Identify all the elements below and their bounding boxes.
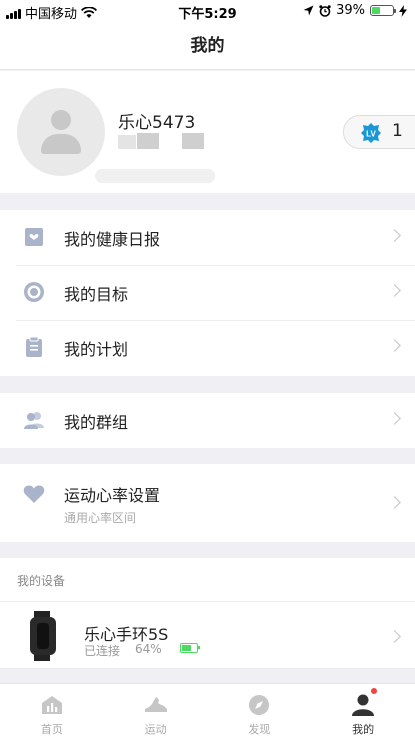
section-title-devices: 我的设备 xyxy=(17,574,66,588)
menu-group-social: 我的群组 xyxy=(0,393,415,448)
device-status: 已连接 xyxy=(84,644,121,658)
username: 乐心5473 xyxy=(118,113,196,133)
device-item[interactable]: 乐心手环5S 已连接 64% xyxy=(0,601,415,669)
menu-item-label: 我的群组 xyxy=(64,413,129,432)
chevron-right-icon xyxy=(388,339,401,352)
menu-group-heart: 运动心率设置 通用心率区间 xyxy=(0,464,415,542)
menu-item-label: 运动心率设置 xyxy=(64,486,161,505)
menu-item-label: 我的计划 xyxy=(64,340,129,359)
chevron-right-icon xyxy=(388,630,401,643)
tab-label: 首页 xyxy=(40,723,63,736)
device-battery-percent: 64% xyxy=(135,642,162,656)
avatar[interactable] xyxy=(17,88,105,176)
status-bar: 中国移动 下午5:29 39% xyxy=(0,0,415,22)
menu-group-health: 我的健康日报 我的目标 我的计划 xyxy=(0,210,415,376)
chevron-right-icon xyxy=(388,229,401,242)
heart-icon xyxy=(23,485,45,503)
tab-bar: 首页 运动 发现 我的 xyxy=(0,683,415,737)
profile-card[interactable]: 乐心5473 LV 1 xyxy=(0,71,415,193)
home-chart-icon xyxy=(41,696,62,714)
menu-item-label: 我的目标 xyxy=(64,285,129,304)
location-arrow-icon xyxy=(303,5,314,16)
level-number: 1 xyxy=(392,121,403,141)
chevron-right-icon xyxy=(388,412,401,425)
chevron-right-icon xyxy=(388,496,401,509)
tab-home[interactable]: 首页 xyxy=(0,684,104,737)
person-icon xyxy=(352,694,375,716)
tab-label: 发现 xyxy=(248,723,271,736)
svg-text:LV: LV xyxy=(366,130,376,139)
page-title: 我的 xyxy=(190,36,225,56)
menu-item-sublabel: 通用心率区间 xyxy=(64,511,137,525)
nav-bar: 我的 xyxy=(0,22,415,70)
tab-sport[interactable]: 运动 xyxy=(104,684,208,737)
charging-icon xyxy=(399,4,407,17)
battery-percent: 39% xyxy=(336,3,365,18)
tab-me[interactable]: 我的 xyxy=(311,684,415,737)
battery-icon xyxy=(370,5,396,16)
menu-item-heart-rate-settings[interactable]: 运动心率设置 通用心率区间 xyxy=(0,464,415,542)
menu-item-plans[interactable]: 我的计划 xyxy=(0,320,415,375)
redacted-info xyxy=(182,133,204,149)
menu-item-goals[interactable]: 我的目标 xyxy=(0,265,415,320)
group-icon xyxy=(24,412,44,429)
shoe-icon xyxy=(144,697,167,712)
level-badge[interactable]: LV 1 xyxy=(343,115,415,149)
redacted-info xyxy=(118,135,136,149)
alarm-icon xyxy=(319,4,331,17)
notification-dot xyxy=(371,688,378,694)
redacted-info xyxy=(95,169,215,183)
avatar-placeholder-body xyxy=(41,134,81,154)
menu-item-groups[interactable]: 我的群组 xyxy=(0,393,415,448)
clipboard-icon xyxy=(26,336,42,357)
menu-item-health-report[interactable]: 我的健康日报 xyxy=(0,210,415,265)
chevron-right-icon xyxy=(388,284,401,297)
redacted-info xyxy=(137,133,159,149)
health-report-icon xyxy=(25,228,43,246)
tab-label: 我的 xyxy=(352,723,375,736)
menu-item-label: 我的健康日报 xyxy=(64,230,161,249)
level-gem-icon: LV xyxy=(361,123,381,143)
compass-icon xyxy=(249,695,270,715)
tab-discover[interactable]: 发现 xyxy=(208,684,312,737)
avatar-placeholder-head xyxy=(51,110,71,130)
target-icon xyxy=(24,282,44,302)
tab-label: 运动 xyxy=(144,723,167,736)
band-device-icon xyxy=(30,611,56,661)
device-battery-icon xyxy=(180,643,200,653)
